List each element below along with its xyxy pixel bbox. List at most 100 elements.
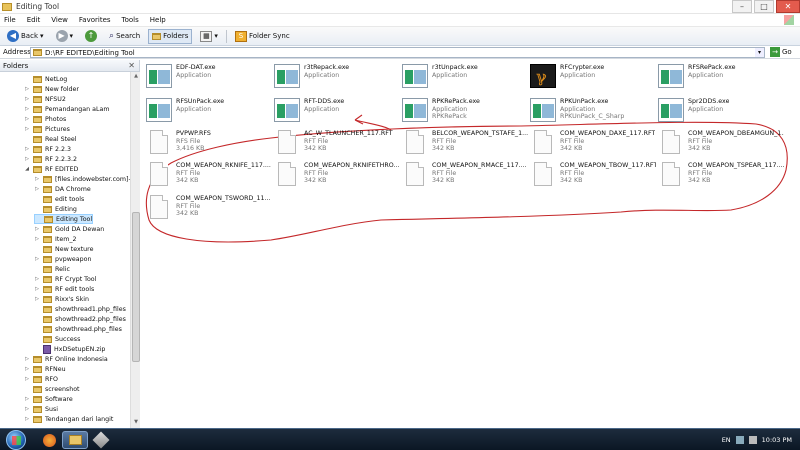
tree-item[interactable]: ◢ RF EDITED: [24, 164, 78, 174]
search-button[interactable]: ⌕ Search: [105, 29, 144, 44]
tree-item[interactable]: ▷ NFSU2: [24, 94, 66, 104]
address-input[interactable]: D:\RF EDITED\Editing Tool ▾: [30, 47, 765, 58]
tree-item[interactable]: edit tools: [34, 194, 84, 204]
chevron-down-icon[interactable]: ▾: [755, 48, 764, 57]
tree-item[interactable]: Editing Tool: [34, 214, 94, 224]
tree-expander-icon[interactable]: ▷: [24, 106, 30, 112]
tree-expander-icon[interactable]: ▷: [24, 126, 30, 132]
close-button[interactable]: ✕: [776, 0, 800, 13]
tree-expander-icon[interactable]: ▷: [24, 146, 30, 152]
tree-item[interactable]: ▷ Rixx's Skin: [34, 294, 89, 304]
tree-item[interactable]: ▷ RF 2.2.3.2: [24, 154, 77, 164]
tree-item[interactable]: screenshot: [24, 384, 80, 394]
file-item[interactable]: AC_W_TLAUNCHER_117.RFT RFT File 342 KB: [274, 130, 393, 160]
menu-edit[interactable]: Edit: [27, 16, 41, 24]
tree-expander-icon[interactable]: ▷: [34, 256, 40, 262]
language-indicator[interactable]: EN: [722, 436, 731, 444]
tree-item[interactable]: ▷ DA Chrome: [34, 184, 91, 194]
menu-favorites[interactable]: Favorites: [79, 16, 111, 24]
views-button[interactable]: ▦ ▾: [196, 29, 222, 44]
tree-expander-icon[interactable]: ▷: [24, 396, 30, 402]
firefox-taskbar-button[interactable]: [36, 431, 62, 449]
file-item[interactable]: COM_WEAPON_RKNIFE_117.... RFT File 342 KB: [146, 162, 271, 192]
tree-expander-icon[interactable]: ▷: [34, 226, 40, 232]
tree-item[interactable]: Relic: [34, 264, 70, 274]
file-item[interactable]: COM_WEAPON_DBEAMGUN_1... RFT File 342 KB: [658, 130, 784, 160]
close-icon[interactable]: ✕: [128, 61, 135, 70]
file-item[interactable]: RFSRePack.exe Application: [658, 64, 736, 94]
tree-expander-icon[interactable]: ▷: [24, 96, 30, 102]
tree-item[interactable]: ▷ RF 2.2.3: [24, 144, 71, 154]
tools-taskbar-button[interactable]: [88, 431, 114, 449]
tree-expander-icon[interactable]: ▷: [24, 416, 30, 422]
tree-expander-icon[interactable]: ▷: [34, 236, 40, 242]
tree-item[interactable]: ▷ Software: [24, 394, 73, 404]
file-item[interactable]: BELCOR_WEAPON_TSTAFE_1... RFT File 342 KB: [402, 130, 528, 160]
tree-expander-icon[interactable]: ▷: [24, 366, 30, 372]
tree-expander-icon[interactable]: ▷: [34, 296, 40, 302]
file-item[interactable]: RFT-DDS.exe Application: [274, 98, 344, 128]
tree-item[interactable]: ▷ pvpweapon: [34, 254, 91, 264]
tree-expander-icon[interactable]: ▷: [24, 376, 30, 382]
folder-sync-button[interactable]: S Folder Sync: [231, 29, 294, 44]
file-item[interactable]: COM_WEAPON_TBOW_117.RFT RFT File 342 KB: [530, 162, 656, 192]
tree-item[interactable]: ▷ RFNeu: [24, 364, 66, 374]
volume-icon[interactable]: [748, 436, 757, 444]
tree-expander-icon[interactable]: ▷: [34, 186, 40, 192]
maximize-button[interactable]: □: [754, 0, 774, 13]
tree-item[interactable]: New texture: [34, 244, 93, 254]
tree-expander-icon[interactable]: ▷: [24, 86, 30, 92]
file-item[interactable]: COM_WEAPON_TSPEAR_117.... RFT File 342 KB: [658, 162, 784, 192]
scrollbar-thumb[interactable]: [132, 212, 140, 362]
tree-expander-icon[interactable]: ▷: [24, 116, 30, 122]
tree-item[interactable]: ▷ Pemandangan aLam: [24, 104, 110, 114]
tree-item[interactable]: ▷ Susi: [24, 404, 58, 414]
tree-item[interactable]: ▷ Pictures: [24, 124, 70, 134]
tree-item[interactable]: Real Steel: [24, 134, 77, 144]
tree-item[interactable]: ▷ RF Online Indonesia: [24, 354, 108, 364]
file-item[interactable]: EDF-DAT.exe Application: [146, 64, 216, 94]
scroll-up-icon[interactable]: ▲: [132, 73, 140, 81]
tree-item[interactable]: ▷ Tendangan dari langit: [24, 414, 113, 424]
tree-expander-icon[interactable]: ▷: [34, 276, 40, 282]
tree-expander-icon[interactable]: ▷: [34, 176, 40, 182]
tree-item[interactable]: ▷ New folder: [24, 84, 79, 94]
tree-item[interactable]: showthread.php_files: [34, 324, 122, 334]
forward-button[interactable]: ▶ ▾: [52, 29, 78, 44]
explorer-taskbar-button[interactable]: [62, 431, 88, 449]
scroll-down-icon[interactable]: ▼: [132, 419, 140, 427]
back-button[interactable]: ◀ Back ▾: [3, 29, 48, 44]
tree-item[interactable]: ▷ Item_2: [34, 234, 77, 244]
file-item[interactable]: COM_WEAPON_DAXE_117.RFT RFT File 342 KB: [530, 130, 655, 160]
file-item[interactable]: Spr2DDS.exe Application: [658, 98, 729, 128]
file-item[interactable]: COM_WEAPON_TSWORD_11... RFT File 342 KB: [146, 195, 270, 225]
tree-item[interactable]: ▷ RFO: [24, 374, 58, 384]
file-item[interactable]: ℽ RFCrypter.exe Application: [530, 64, 604, 94]
file-item[interactable]: r3tRepack.exe Application: [274, 64, 349, 94]
menu-tools[interactable]: Tools: [122, 16, 139, 24]
tree-item[interactable]: ▷ [files.indowebster.com]-C: [34, 174, 130, 184]
minimize-button[interactable]: –: [732, 0, 752, 13]
tree-expander-icon[interactable]: ▷: [24, 356, 30, 362]
menu-view[interactable]: View: [51, 16, 68, 24]
clock[interactable]: 10:03 PM: [762, 436, 792, 444]
tree-item[interactable]: Editing: [34, 204, 77, 214]
tree-item[interactable]: HxDSetupEN.zip: [34, 344, 105, 354]
file-item[interactable]: COM_WEAPON_RMACE_117.... RFT File 342 KB: [402, 162, 527, 192]
file-item[interactable]: r3tUnpack.exe Application: [402, 64, 478, 94]
file-item[interactable]: RPKRePack.exe Application RPKRePack: [402, 98, 480, 128]
menu-help[interactable]: Help: [150, 16, 166, 24]
folders-button[interactable]: Folders: [148, 28, 193, 44]
network-icon[interactable]: [735, 436, 744, 444]
tree-item[interactable]: ▷ Photos: [24, 114, 66, 124]
file-item[interactable]: RPKUnPack.exe Application RPKUnPack_C_Shar…: [530, 98, 624, 128]
tree-item[interactable]: ▷ RF Crypt Tool: [34, 274, 96, 284]
file-item[interactable]: RFSUnPack.exe Application: [146, 98, 224, 128]
tree-item[interactable]: showthread2.php_files: [34, 314, 126, 324]
tree-expander-icon[interactable]: ▷: [34, 286, 40, 292]
go-button[interactable]: → Go: [770, 47, 792, 57]
tree-scrollbar[interactable]: ▲ ▼: [130, 72, 140, 428]
file-item[interactable]: PVPWP.RFS RFS File 3,416 KB: [146, 130, 211, 160]
tree-expander-icon[interactable]: ◢: [24, 166, 30, 172]
tree-item[interactable]: NetLog: [24, 74, 67, 84]
